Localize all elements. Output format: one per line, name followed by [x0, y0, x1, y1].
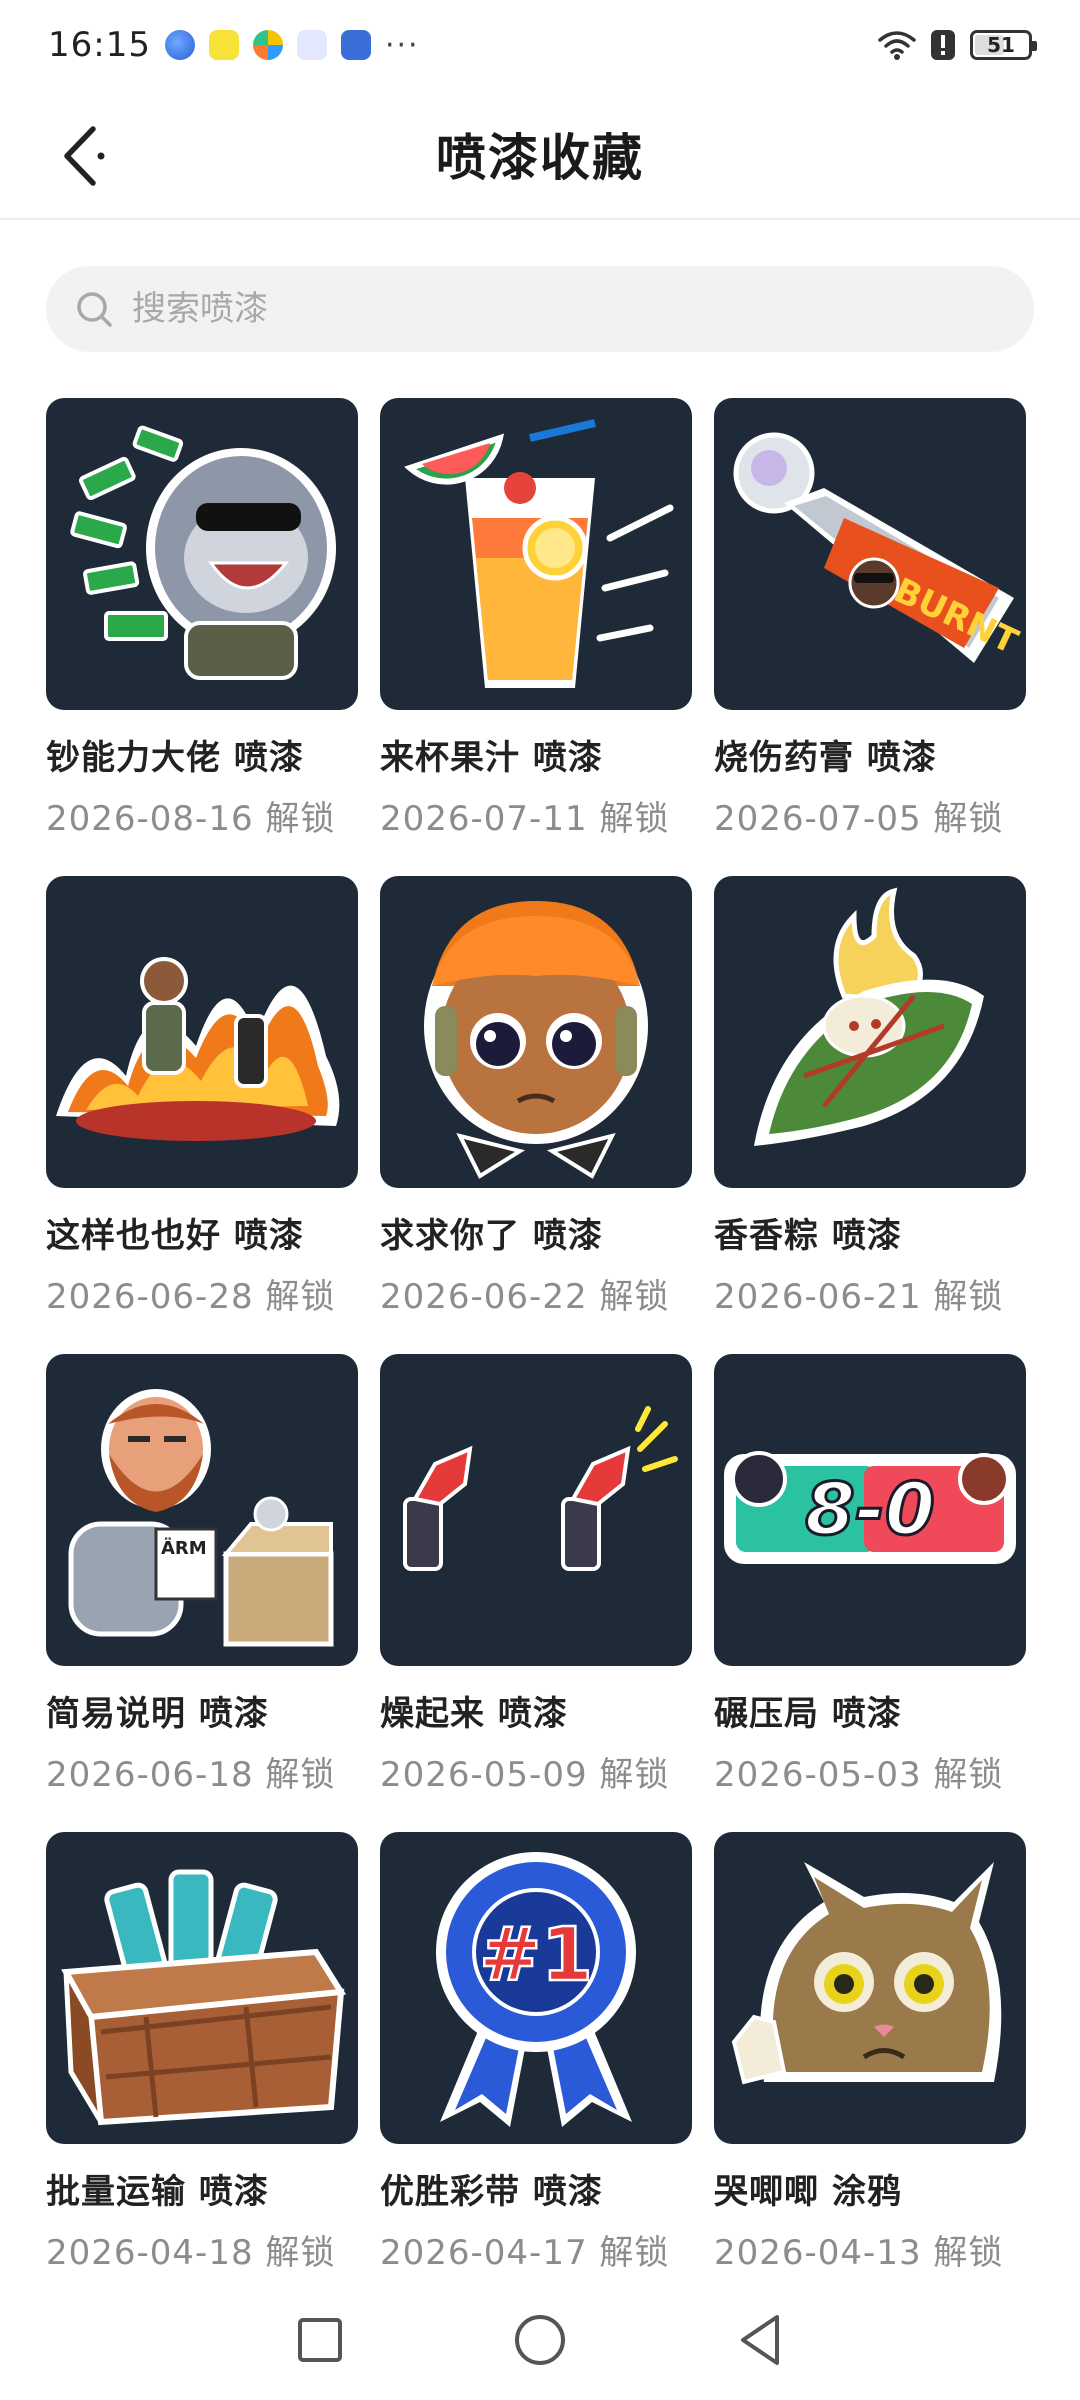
fire-agent-sticker	[46, 876, 358, 1188]
nav-back-button[interactable]	[720, 2300, 800, 2380]
pleading-face-sticker	[380, 876, 692, 1188]
status-right: 51	[878, 29, 1037, 61]
back-arrow-icon	[64, 126, 105, 186]
spray-card[interactable]: 8-0 碾压局 喷漆 2026-05-03 解锁	[714, 1354, 1026, 1832]
spray-unlock-date: 2026-07-05 解锁	[714, 799, 1004, 839]
spray-card[interactable]: 哭唧唧 涂鸦 2026-04-13 解锁	[714, 1832, 1026, 2310]
status-bar: 16:15 ··· 51	[0, 0, 1080, 90]
home-button[interactable]	[500, 2300, 580, 2380]
planet-app-icon	[164, 30, 195, 60]
system-nav-bar	[0, 2280, 1080, 2400]
ribbon-sticker: #1	[380, 1832, 692, 2144]
bearded-reader-sticker: ÄRM	[46, 1354, 358, 1666]
spray-card[interactable]: #1 优胜彩带 喷漆 2026-04-17 解锁	[380, 1832, 692, 2310]
battery-level: 51	[987, 33, 1015, 57]
spray-name: 批量运输 喷漆	[46, 2172, 269, 2212]
spray-unlock-date: 2026-04-13 解锁	[714, 2233, 1004, 2273]
triangle-back-icon	[741, 2315, 779, 2365]
crying-cat-sticker	[714, 1832, 1026, 2144]
manual-label: ÄRM	[161, 1537, 207, 1559]
status-time: 16:15	[48, 25, 151, 65]
spray-name: 燥起来 喷漆	[380, 1694, 568, 1734]
alert-icon	[931, 30, 955, 60]
spray-name: 优胜彩带 喷漆	[380, 2172, 603, 2212]
spray-card[interactable]: 燥起来 喷漆 2026-05-09 解锁	[380, 1354, 692, 1832]
page-title: 喷漆收藏	[436, 129, 644, 187]
chat-bot-app-icon	[296, 30, 327, 60]
spray-name: 碾压局 喷漆	[714, 1694, 902, 1734]
scoreboard-sticker: 8-0	[714, 1354, 1026, 1666]
game-app-icon	[208, 30, 239, 60]
square-icon	[298, 2318, 342, 2362]
search-bar[interactable]	[46, 266, 1034, 352]
spray-name: 来杯果汁 喷漆	[380, 738, 603, 778]
battery-icon: 51	[970, 30, 1037, 60]
spray-card[interactable]: 求求你了 喷漆 2026-06-22 解锁	[380, 876, 692, 1354]
wifi-icon	[878, 31, 916, 60]
spray-unlock-date: 2026-05-03 解锁	[714, 1755, 1004, 1795]
status-left: 16:15 ···	[48, 25, 420, 65]
spray-name: 烧伤药膏 喷漆	[714, 738, 937, 778]
spray-name: 香香粽 喷漆	[714, 1216, 902, 1256]
spray-unlock-date: 2026-05-09 解锁	[380, 1755, 670, 1795]
search-icon	[77, 292, 112, 327]
spray-name: 这样也也好 喷漆	[46, 1216, 304, 1256]
spray-card[interactable]: ÄRM 简易说明 喷漆 2026-06-18 解锁	[46, 1354, 358, 1832]
spray-unlock-date: 2026-06-28 解锁	[46, 1277, 336, 1317]
score-label: 8-0	[805, 1467, 935, 1551]
air-horn-sticker	[380, 1354, 692, 1666]
money-sloth-sticker	[46, 398, 358, 710]
spray-unlock-date: 2026-04-18 解锁	[46, 2233, 336, 2273]
pinwheel-app-icon	[252, 30, 283, 60]
spray-name: 钞能力大佬 喷漆	[46, 738, 304, 778]
spray-name: 简易说明 喷漆	[46, 1694, 269, 1734]
spray-card[interactable]: 这样也也好 喷漆 2026-06-28 解锁	[46, 876, 358, 1354]
recents-button[interactable]	[280, 2300, 360, 2380]
search-input[interactable]	[132, 289, 992, 329]
spray-card[interactable]: BURNT 烧伤药膏 喷漆 2026-07-05 解锁	[714, 398, 1026, 876]
app-header: 喷漆收藏	[0, 90, 1080, 220]
circle-icon	[515, 2315, 565, 2365]
spray-card[interactable]: 批量运输 喷漆 2026-04-18 解锁	[46, 1832, 358, 2310]
ribbon-label: #1	[479, 1912, 593, 1998]
spray-card[interactable]: 来杯果汁 喷漆 2026-07-11 解锁	[380, 398, 692, 876]
crate-sticker	[46, 1832, 358, 2144]
zongzi-sticker	[714, 876, 1026, 1188]
spray-card[interactable]: 钞能力大佬 喷漆 2026-08-16 解锁	[46, 398, 358, 876]
burnt-ointment-sticker: BURNT	[714, 398, 1026, 710]
spray-unlock-date: 2026-07-11 解锁	[380, 799, 670, 839]
spray-unlock-date: 2026-04-17 解锁	[380, 2233, 670, 2273]
shield-app-icon	[340, 30, 371, 60]
back-button[interactable]	[44, 118, 120, 194]
spray-name: 哭唧唧 涂鸦	[714, 2172, 902, 2212]
juice-glass-sticker	[380, 398, 692, 710]
spray-unlock-date: 2026-06-21 解锁	[714, 1277, 1004, 1317]
spray-grid: 钞能力大佬 喷漆 2026-08-16 解锁 来杯果汁 喷漆 2026-07-1…	[46, 398, 1042, 2310]
spray-card[interactable]: 香香粽 喷漆 2026-06-21 解锁	[714, 876, 1026, 1354]
spray-name: 求求你了 喷漆	[380, 1216, 603, 1256]
spray-unlock-date: 2026-06-22 解锁	[380, 1277, 670, 1317]
spray-unlock-date: 2026-08-16 解锁	[46, 799, 336, 839]
spray-unlock-date: 2026-06-18 解锁	[46, 1755, 336, 1795]
more-notifications-icon: ···	[384, 27, 420, 63]
